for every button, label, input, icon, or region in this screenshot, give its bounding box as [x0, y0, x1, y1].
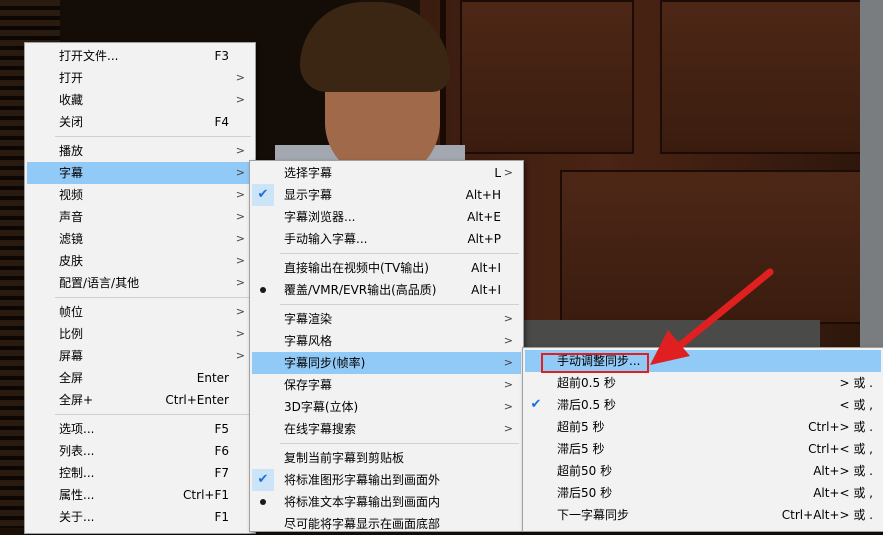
annotation-arrow-icon: [650, 268, 774, 365]
